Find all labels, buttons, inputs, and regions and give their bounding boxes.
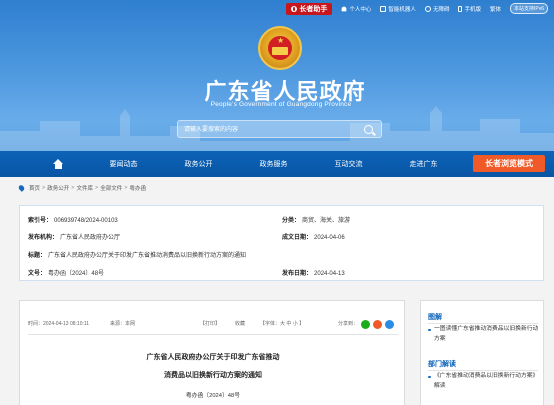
elder-helper-button[interactable]: 长者助手 — [286, 2, 333, 15]
meta-index: 索引号： 006939748/2024-00103 — [28, 215, 118, 224]
traditional-chinese-link[interactable]: 繁体 — [490, 5, 501, 13]
meta-issuer-label: 发布机构： — [28, 235, 59, 241]
article-time: 时间：2024-04-13 08:10:11 — [28, 321, 90, 327]
meta-published-date: 发布日期： 2024-04-13 — [282, 268, 345, 277]
robot-link[interactable]: 智能机器人 — [380, 5, 416, 13]
mobile-label: 手机版 — [464, 6, 481, 13]
weibo-share-icon[interactable] — [373, 320, 382, 329]
breadcrumb-current[interactable]: 粤办函 — [129, 184, 146, 192]
accessibility-link[interactable]: 无障碍 — [424, 5, 450, 13]
meta-issuer: 发布机构： 广东省人民政府办公厅 — [28, 232, 120, 241]
print-button[interactable]: 【打印】 — [200, 320, 220, 327]
elder-helper-icon — [291, 5, 298, 12]
personal-center-label: 个人中心 — [349, 6, 372, 13]
document-meta-panel: 索引号： 006939748/2024-00103 分类： 商贸、海关、旅游 发布机… — [19, 205, 544, 281]
search-box — [177, 120, 382, 138]
qq-share-icon[interactable] — [385, 320, 394, 329]
meta-created-value: 2024-04-06 — [314, 235, 345, 241]
ipv6-badge: 本站支持IPv6 — [509, 3, 548, 14]
elder-mode-button[interactable]: 长者浏览模式 — [473, 155, 545, 172]
nav-item-open-government[interactable]: 政务公开 — [161, 159, 236, 169]
sidebar-infographic-title: 图解 — [428, 314, 442, 321]
favorite-button[interactable]: 收藏 — [235, 320, 245, 327]
elder-helper-label: 长者助手 — [299, 5, 328, 13]
search-input[interactable] — [184, 124, 354, 135]
phone-icon — [458, 5, 463, 12]
nav-item-news[interactable]: 要闻动态 — [86, 159, 161, 169]
main-nav: 要闻动态 政务公开 政务服务 互动交流 走进广东 长者浏览模式 — [0, 151, 554, 177]
accessibility-icon — [424, 5, 431, 12]
location-pin-icon — [17, 184, 26, 192]
site-header: ★ 广东省人民政府 People's Government of Guangdo… — [0, 0, 554, 151]
sidebar-interpretation-link[interactable]: 《广东省推动消费品以旧换新行动方案》解读 — [428, 372, 540, 391]
robot-icon — [380, 5, 387, 12]
nav-home[interactable] — [30, 151, 86, 177]
breadcrumb-file-library[interactable]: 文件库 — [76, 184, 93, 192]
article-source: 来源：本网 — [110, 321, 136, 327]
meta-published-value: 2024-04-13 — [314, 271, 345, 277]
meta-docno-value: 粤办函〔2024〕48号 — [48, 271, 105, 277]
meta-category: 分类： 商贸、海关、旅游 — [282, 215, 350, 224]
breadcrumb-separator: > — [42, 185, 46, 191]
site-subtitle: People's Government of Guangdong Provinc… — [210, 101, 352, 108]
meta-title-value: 广东省人民政府办公厅关于印发广东省推动消费品以旧换新行动方案的通知 — [48, 253, 247, 259]
sidebar-divider — [428, 323, 538, 324]
article-divider — [28, 334, 398, 335]
user-icon — [342, 6, 347, 11]
breadcrumb-open-government[interactable]: 政务公开 — [47, 184, 69, 192]
font-size-control[interactable]: 【字体：大 中 小 】 — [260, 320, 304, 327]
meta-docno-label: 文号： — [28, 271, 47, 277]
sidebar-infographic-link[interactable]: 一图读懂广东省推动消费品以旧换新行动方案 — [428, 325, 540, 344]
related-sidebar: 图解 一图读懂广东省推动消费品以旧换新行动方案 部门解读 《广东省推动消费品以旧… — [420, 300, 544, 405]
article-title-line-2: 消费品以旧换新行动方案的通知 — [164, 372, 262, 379]
meta-created-date: 成文日期： 2024-04-06 — [282, 232, 345, 241]
article-title-line-1: 广东省人民政府办公厅关于印发广东省推动 — [146, 354, 280, 361]
breadcrumb-home[interactable]: 首页 — [29, 184, 40, 192]
share-label: 分享到： — [338, 321, 359, 327]
meta-created-label: 成文日期： — [282, 235, 313, 241]
nav-item-interaction[interactable]: 互动交流 — [311, 159, 386, 169]
personal-center-link[interactable]: 个人中心 — [341, 5, 371, 13]
breadcrumb: 首页 > 政务公开 > 文件库 > 全部文件 > 粤办函 — [17, 184, 146, 192]
nav-item-about-guangdong[interactable]: 走进广东 — [386, 159, 461, 169]
meta-title-label: 标题： — [28, 253, 47, 259]
top-bar: 长者助手 个人中心 智能机器人 无障碍 手机版 繁体 本站支持IPv6 — [0, 0, 554, 17]
meta-index-value: 006939748/2024-00103 — [54, 218, 118, 224]
home-icon — [52, 159, 64, 169]
article-doc-number: 粤办函〔2024〕48号 — [185, 393, 241, 399]
wechat-share-icon[interactable] — [361, 320, 370, 329]
mobile-link[interactable]: 手机版 — [458, 5, 481, 13]
breadcrumb-all-files[interactable]: 全部文件 — [100, 184, 122, 192]
meta-index-label: 索引号： — [28, 218, 53, 224]
breadcrumb-separator: > — [124, 185, 128, 191]
meta-docno: 文号： 粤办函〔2024〕48号 — [28, 268, 104, 277]
nav-item-services[interactable]: 政务服务 — [236, 159, 311, 169]
sidebar-divider — [428, 370, 538, 371]
breadcrumb-separator: > — [71, 185, 75, 191]
meta-category-label: 分类： — [282, 218, 301, 224]
meta-published-label: 发布日期： — [282, 271, 313, 277]
meta-category-value: 商贸、海关、旅游 — [302, 218, 351, 224]
national-emblem: ★ — [258, 26, 302, 70]
search-icon[interactable] — [364, 125, 373, 134]
meta-title: 标题： 广东省人民政府办公厅关于印发广东省推动消费品以旧换新行动方案的通知 — [28, 250, 246, 259]
robot-label: 智能机器人 — [388, 6, 416, 13]
article-info-bar: 时间：2024-04-13 08:10:11 来源：本网 【打印】 收藏 【字体… — [28, 320, 398, 330]
article-panel: 时间：2024-04-13 08:10:11 来源：本网 【打印】 收藏 【字体… — [19, 300, 405, 405]
sidebar-interpretation-title: 部门解读 — [428, 361, 456, 368]
accessibility-label: 无障碍 — [432, 6, 450, 13]
meta-issuer-value: 广东省人民政府办公厅 — [60, 235, 121, 241]
breadcrumb-separator: > — [94, 185, 99, 191]
